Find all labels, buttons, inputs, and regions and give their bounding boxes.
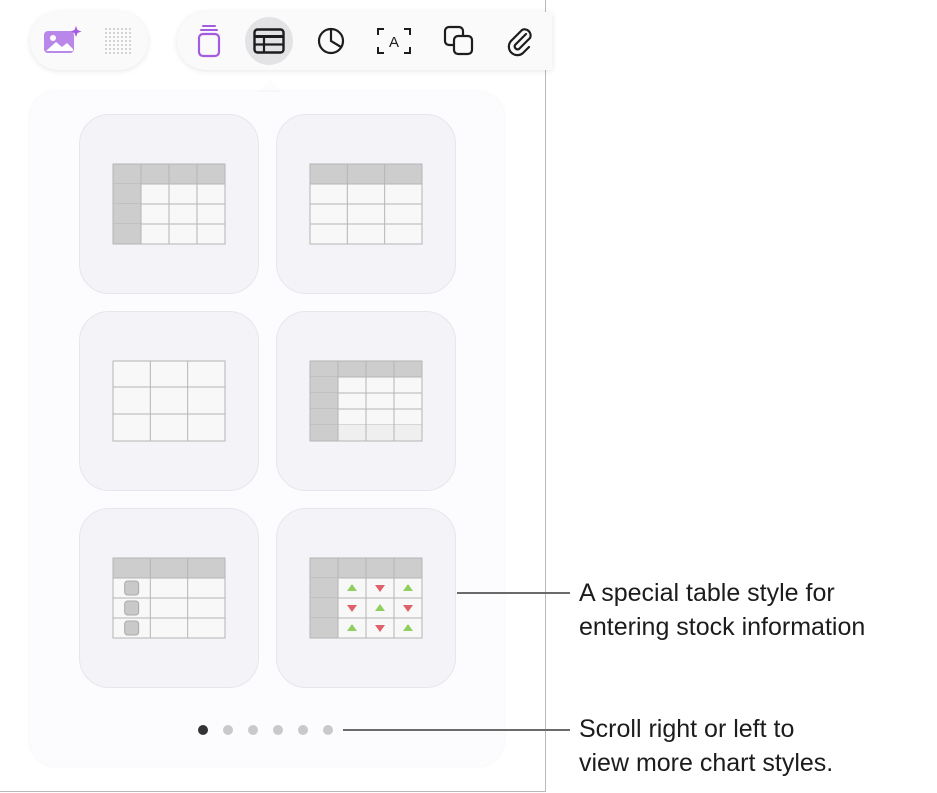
table-style-tile-5[interactable]	[79, 508, 259, 688]
callout-stock-line-2: entering stock information	[579, 613, 866, 641]
table-header-column	[113, 204, 141, 224]
app-frame: A	[0, 0, 552, 792]
table-header-column	[310, 409, 338, 425]
table-header-row	[310, 164, 422, 184]
attachment-button[interactable]	[495, 17, 543, 65]
shapes-button[interactable]	[435, 17, 483, 65]
page-dot-4[interactable]	[273, 725, 283, 735]
page-dot-1[interactable]	[198, 725, 208, 735]
paperclip-icon	[507, 28, 532, 57]
checkbox-mark	[124, 600, 140, 616]
shape-stack-button[interactable]	[185, 17, 233, 65]
shape-stack-icon	[197, 25, 221, 58]
table-header-row	[113, 558, 225, 578]
page-dot-5[interactable]	[298, 725, 308, 735]
callout-scroll: Scroll right or left to view more chart …	[579, 712, 833, 780]
callout-stock: A special table style for entering stock…	[579, 576, 865, 644]
drawing-canvas-button[interactable]	[94, 17, 142, 65]
text-box-icon: A	[377, 28, 411, 54]
text-box-button[interactable]: A	[370, 17, 418, 65]
checkbox-mark	[124, 620, 140, 636]
table-header-column	[310, 425, 338, 441]
table-header-column	[310, 598, 338, 618]
table-style-preview-4	[309, 360, 423, 442]
insert-toolbar: A	[177, 12, 552, 70]
table-style-preview-3	[112, 360, 226, 442]
table-style-tile-2[interactable]	[276, 114, 456, 294]
callout-scroll-line-1: Scroll right or left to	[579, 715, 795, 743]
image-sparkle-icon	[44, 26, 82, 53]
table-style-preview-2	[309, 163, 423, 245]
table-header-column	[113, 224, 141, 244]
chart-button[interactable]	[307, 17, 355, 65]
table-header-column	[310, 578, 338, 598]
table-style-preview-1	[112, 163, 226, 245]
media-toolbar	[30, 12, 148, 70]
callout-line-scroll	[343, 729, 570, 731]
table-style-preview-5	[112, 557, 226, 639]
table-style-tile-4[interactable]	[276, 311, 456, 491]
table-icon	[253, 28, 285, 54]
table-style-tile-3[interactable]	[79, 311, 259, 491]
dot-grid-icon	[105, 28, 131, 54]
callout-stock-line-1: A special table style for	[579, 579, 835, 607]
table-style-tile-1[interactable]	[79, 114, 259, 294]
page-dot-6[interactable]	[323, 725, 333, 735]
table-body	[113, 361, 225, 441]
table-style-preview-6	[309, 557, 423, 639]
table-header-column	[310, 618, 338, 638]
table-button[interactable]	[245, 17, 293, 65]
table-header-column	[310, 393, 338, 409]
table-header-column	[310, 377, 338, 393]
text-box-glyph: A	[389, 34, 399, 51]
shapes-icon	[443, 25, 474, 56]
table-style-tile-6-stock[interactable]	[276, 508, 456, 688]
table-header-column	[113, 184, 141, 204]
checkbox-mark	[124, 580, 140, 596]
page-indicator[interactable]	[198, 724, 333, 736]
page-dot-2[interactable]	[223, 725, 233, 735]
page-dot-3[interactable]	[248, 725, 258, 735]
callout-scroll-line-2: view more chart styles.	[579, 749, 834, 777]
chart-pie-icon	[317, 27, 345, 55]
callout-line-stock	[457, 592, 570, 594]
image-playground-button[interactable]	[38, 17, 86, 65]
